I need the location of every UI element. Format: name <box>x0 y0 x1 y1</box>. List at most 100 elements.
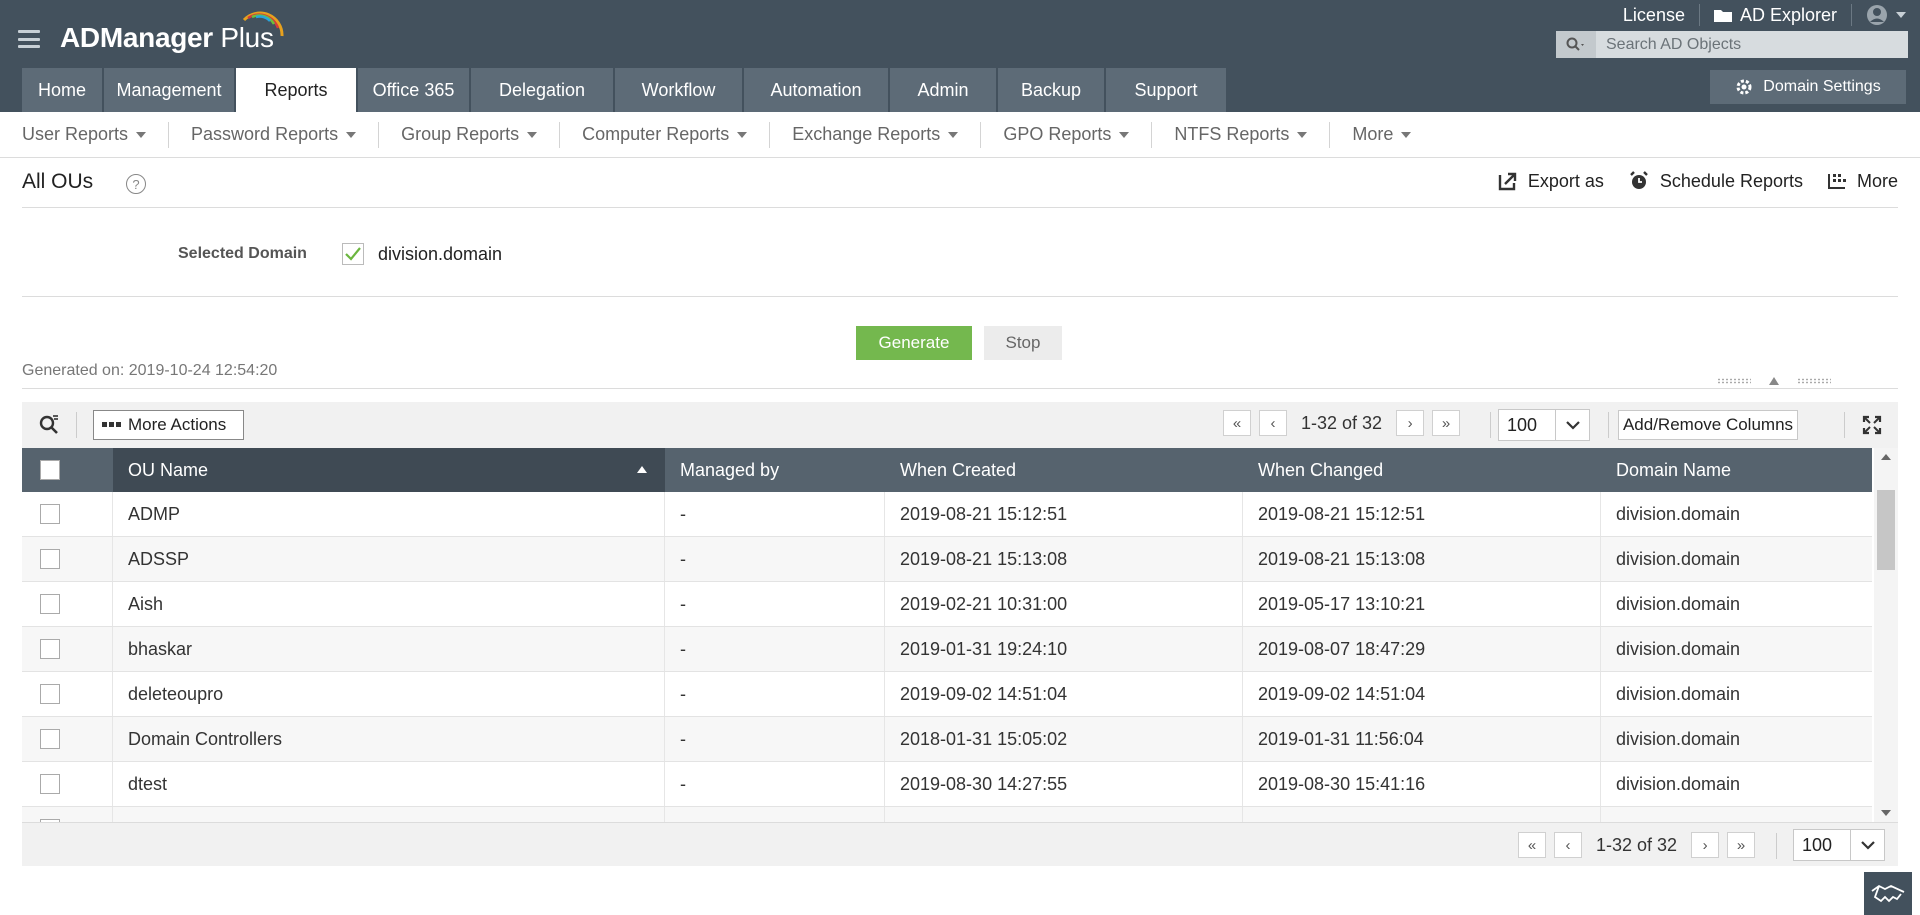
export-as-button[interactable]: Export as <box>1498 171 1604 192</box>
search-icon[interactable] <box>1556 31 1596 58</box>
row-checkbox[interactable] <box>40 594 60 614</box>
table-search-icon[interactable] <box>38 413 62 440</box>
cell-when-changed: 2019-05-17 13:10:21 <box>1243 582 1601 626</box>
expand-fullscreen-icon[interactable] <box>1862 415 1882 440</box>
submenu-user-reports[interactable]: User Reports <box>22 121 170 148</box>
cell-ou-name <box>113 807 665 822</box>
submenu-computer-reports[interactable]: Computer Reports <box>582 121 771 148</box>
row-checkbox-cell <box>22 627 113 671</box>
domain-checkbox[interactable] <box>342 243 364 265</box>
tab-office-365[interactable]: Office 365 <box>358 68 469 112</box>
collapse-panel-handle[interactable] <box>1694 374 1854 388</box>
row-checkbox[interactable] <box>40 504 60 524</box>
column-header-managed-by[interactable]: Managed by <box>665 448 885 492</box>
tab-reports[interactable]: Reports <box>236 68 356 112</box>
submenu-more[interactable]: More <box>1352 122 1433 148</box>
next-page-button[interactable]: › <box>1691 832 1720 858</box>
ad-explorer-link[interactable]: AD Explorer <box>1700 0 1851 30</box>
footer-page-size-select[interactable]: 100 <box>1793 829 1885 861</box>
generate-button[interactable]: Generate <box>856 326 972 360</box>
tab-workflow[interactable]: Workflow <box>615 68 742 112</box>
stop-button[interactable]: Stop <box>984 326 1062 360</box>
row-checkbox[interactable] <box>40 684 60 704</box>
grip-dots-icon <box>1717 378 1751 384</box>
schedule-reports-button[interactable]: Schedule Reports <box>1628 170 1803 192</box>
table-row[interactable]: ADSSP - 2019-08-21 15:13:08 2019-08-21 1… <box>22 537 1872 582</box>
first-page-button[interactable]: « <box>1223 410 1251 436</box>
cell-domain-name <box>1601 807 1872 822</box>
last-page-button[interactable]: » <box>1727 832 1756 858</box>
user-menu[interactable] <box>1852 0 1920 30</box>
table-row[interactable]: deleteoupro - 2019-09-02 14:51:04 2019-0… <box>22 672 1872 717</box>
row-checkbox[interactable] <box>40 729 60 749</box>
license-link[interactable]: License <box>1609 0 1699 30</box>
row-checkbox-cell <box>22 807 113 822</box>
submenu-ntfs-reports[interactable]: NTFS Reports <box>1174 121 1331 148</box>
cell-ou-name: dtest <box>113 762 665 806</box>
table-vertical-scrollbar[interactable] <box>1874 448 1898 822</box>
cell-ou-name: Aish <box>113 582 665 626</box>
cell-managed-by: - <box>665 672 885 716</box>
column-header-ou-name[interactable]: OU Name <box>113 448 665 492</box>
cell-domain-name: division.domain <box>1616 503 1741 524</box>
chevron-down-icon[interactable] <box>1555 410 1589 440</box>
table-row[interactable]: Aish - 2019-02-21 10:31:00 2019-05-17 13… <box>22 582 1872 627</box>
tab-home[interactable]: Home <box>22 68 102 112</box>
prev-page-button[interactable]: ‹ <box>1554 832 1582 858</box>
tab-support[interactable]: Support <box>1106 68 1226 112</box>
row-checkbox-cell <box>22 492 113 536</box>
cell-managed-by: - <box>665 582 885 626</box>
column-header-domain-name[interactable]: Domain Name <box>1601 448 1872 492</box>
submenu-group-reports[interactable]: Group Reports <box>401 121 561 148</box>
tab-management[interactable]: Management <box>104 68 234 112</box>
cell-domain-name: division.domain <box>1616 728 1741 749</box>
divider <box>1844 412 1845 438</box>
add-remove-columns-button[interactable]: Add/Remove Columns <box>1618 410 1798 440</box>
submenu-password-reports[interactable]: Password Reports <box>191 121 380 148</box>
page-title: All OUs <box>22 170 94 193</box>
selected-domain-value: division.domain <box>378 244 503 264</box>
table-row[interactable]: dtest - 2019-08-30 14:27:55 2019-08-30 1… <box>22 762 1872 807</box>
chevron-down-icon <box>1119 131 1130 138</box>
chevron-down-icon[interactable] <box>1850 830 1884 860</box>
row-checkbox[interactable] <box>40 549 60 569</box>
table-row[interactable]: Domain Controllers - 2018-01-31 15:05:02… <box>22 717 1872 762</box>
submenu-gpo-reports[interactable]: GPO Reports <box>1003 121 1153 148</box>
scroll-down-arrow-icon[interactable] <box>1881 810 1891 816</box>
tab-automation[interactable]: Automation <box>744 68 888 112</box>
hamburger-menu-icon[interactable] <box>18 30 40 48</box>
tab-admin[interactable]: Admin <box>890 68 996 112</box>
prev-page-button[interactable]: ‹ <box>1259 410 1287 436</box>
table-row[interactable]: bhaskar - 2019-01-31 19:24:10 2019-08-07… <box>22 627 1872 672</box>
table-row-partial[interactable] <box>22 807 1872 822</box>
tab-backup[interactable]: Backup <box>998 68 1104 112</box>
next-page-button[interactable]: › <box>1396 410 1425 436</box>
tab-delegation[interactable]: Delegation <box>471 68 613 112</box>
submenu-exchange-reports[interactable]: Exchange Reports <box>792 121 982 148</box>
column-header-when-changed[interactable]: When Changed <box>1243 448 1601 492</box>
more-actions-link[interactable]: More <box>1827 171 1898 192</box>
table-footer: « ‹ 1-32 of 32 › » 100 <box>22 822 1898 866</box>
gear-icon <box>1736 79 1752 95</box>
divider <box>1776 833 1777 859</box>
domain-settings-button[interactable]: Domain Settings <box>1710 70 1906 104</box>
more-actions-button[interactable]: More Actions <box>93 410 244 440</box>
help-icon[interactable]: ? <box>126 174 146 194</box>
search-input[interactable] <box>1596 35 1896 54</box>
page-size-select[interactable]: 100 <box>1498 409 1590 441</box>
column-header-when-created[interactable]: When Created <box>885 448 1243 492</box>
select-all-checkbox[interactable] <box>40 460 60 480</box>
row-checkbox-cell <box>22 762 113 806</box>
cell-when-changed: 2019-08-30 15:41:16 <box>1243 762 1601 806</box>
scrollbar-thumb[interactable] <box>1877 490 1895 570</box>
last-page-button[interactable]: » <box>1432 410 1461 436</box>
handshake-icon[interactable] <box>1864 872 1912 915</box>
row-checkbox[interactable] <box>40 639 60 659</box>
top-links: License AD Explorer <box>1609 0 1920 30</box>
table-row[interactable]: ADMP - 2019-08-21 15:12:51 2019-08-21 15… <box>22 492 1872 537</box>
scroll-up-arrow-icon[interactable] <box>1881 454 1891 460</box>
row-checkbox[interactable] <box>40 774 60 794</box>
divider <box>22 207 1898 208</box>
grip-dots-icon <box>1797 378 1831 384</box>
first-page-button[interactable]: « <box>1518 832 1546 858</box>
